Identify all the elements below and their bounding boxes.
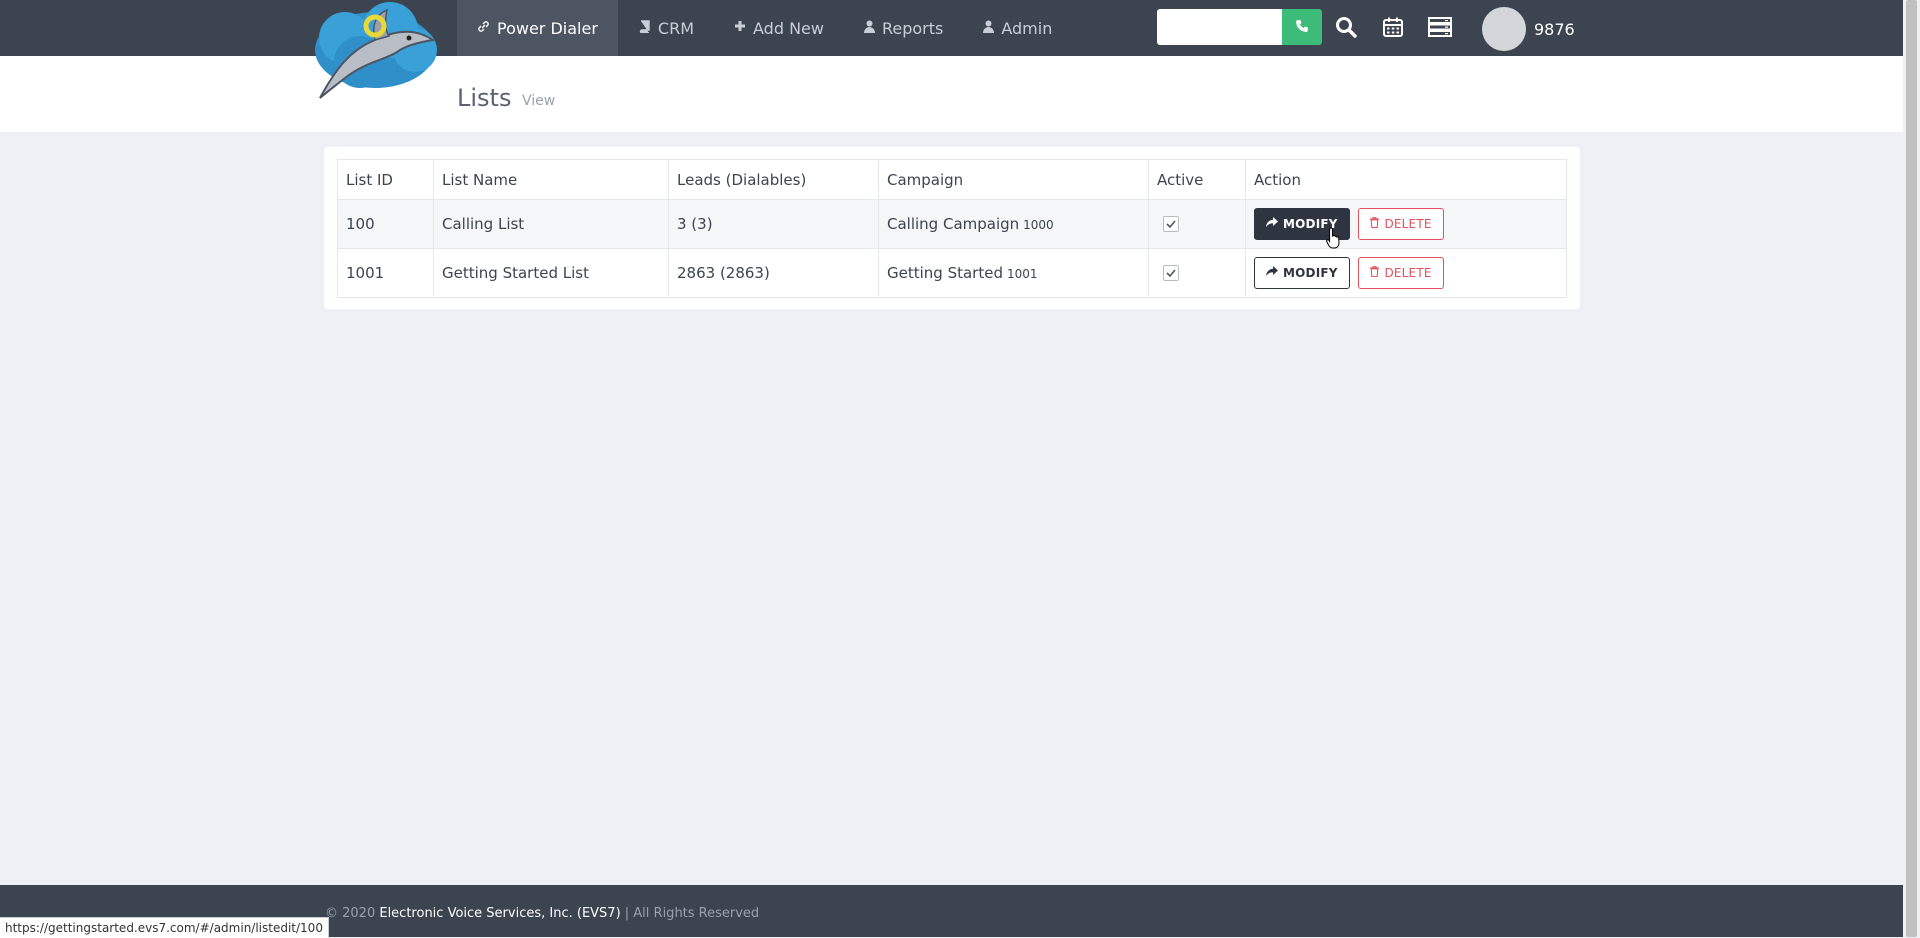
share-arrow-icon <box>1266 266 1278 280</box>
column-header-campaign[interactable]: Campaign <box>878 159 1149 200</box>
action-cell: MODIFY DELETE <box>1245 248 1567 298</box>
active-cell <box>1148 199 1246 249</box>
page-subtitle: View <box>522 93 556 109</box>
action-cell: MODIFY DELETE <box>1245 199 1567 249</box>
scrollbar-thumb[interactable] <box>1906 0 1917 937</box>
leads-cell: 3 (3) <box>668 199 879 249</box>
list-id-cell: 1001 <box>337 248 434 298</box>
copyright-year: © 2020 <box>325 906 376 921</box>
check-icon <box>1166 220 1176 229</box>
column-header-action: Action <box>1245 159 1567 200</box>
nav-power-dialer[interactable]: Power Dialer <box>457 0 618 56</box>
user-icon <box>863 20 875 37</box>
nav-reports[interactable]: Reports <box>844 0 963 56</box>
campaign-cell: Calling Campaign 1000 <box>878 199 1149 249</box>
table-row: 100 Calling List 3 (3) Calling Campaign 1… <box>337 199 1567 249</box>
calendar-icon[interactable] <box>1380 14 1406 40</box>
nav-label: Power Dialer <box>497 18 598 38</box>
book-icon <box>638 19 651 37</box>
column-header-active[interactable]: Active <box>1148 159 1246 200</box>
trash-icon <box>1370 217 1380 231</box>
delete-button[interactable]: DELETE <box>1358 208 1444 240</box>
nav-crm[interactable]: CRM <box>618 0 714 56</box>
page-title: Lists <box>457 84 512 112</box>
campaign-cell: Getting Started 1001 <box>878 248 1149 298</box>
rights-text: | All Rights Reserved <box>624 906 760 921</box>
check-icon <box>1166 269 1176 278</box>
leads-cell: 2863 (2863) <box>668 248 879 298</box>
main-nav: Power Dialer CRM Add New Reports Admin <box>457 0 1072 56</box>
table-row: 1001 Getting Started List 2863 (2863) Ge… <box>337 248 1567 298</box>
campaign-id: 1001 <box>1006 267 1038 281</box>
server-list-icon[interactable] <box>1427 14 1453 40</box>
dolphin-logo[interactable] <box>305 0 445 100</box>
list-id-cell: 100 <box>337 199 434 249</box>
trash-icon <box>1370 266 1380 280</box>
delete-button[interactable]: DELETE <box>1358 257 1444 289</box>
phone-icon <box>1295 18 1309 37</box>
user-icon <box>983 20 995 37</box>
campaign-name: Calling Campaign <box>887 215 1020 233</box>
table-header-row: List ID List Name Leads (Dialables) Camp… <box>337 159 1567 200</box>
user-extension: 9876 <box>1534 20 1575 39</box>
nav-label: Admin <box>1001 18 1053 38</box>
list-name-cell: Calling List <box>433 199 669 249</box>
campaign-id: 1000 <box>1023 218 1054 232</box>
status-url-bar: https://gettingstarted.evs7.com/#/admin/… <box>0 917 329 938</box>
list-name-cell: Getting Started List <box>433 248 669 298</box>
column-header-list-name[interactable]: List Name <box>433 159 669 200</box>
plus-icon <box>734 20 746 36</box>
nav-label: CRM <box>657 18 694 38</box>
link-icon <box>477 20 490 37</box>
delete-label: DELETE <box>1384 266 1432 280</box>
active-cell <box>1148 248 1246 298</box>
company-name[interactable]: Electronic Voice Services, Inc. (EVS7) <box>379 906 620 921</box>
column-header-leads[interactable]: Leads (Dialables) <box>668 159 879 200</box>
active-checkbox[interactable] <box>1163 216 1179 232</box>
delete-label: DELETE <box>1384 217 1432 231</box>
hand-cursor-icon <box>1326 227 1342 253</box>
avatar[interactable] <box>1482 7 1526 51</box>
modify-label: MODIFY <box>1283 266 1338 280</box>
page-header <box>0 56 1903 132</box>
nav-label: Reports <box>881 18 944 38</box>
campaign-name: Getting Started <box>887 264 1003 282</box>
lists-table: List ID List Name Leads (Dialables) Camp… <box>337 159 1567 298</box>
dial-number-input[interactable] <box>1157 9 1282 45</box>
nav-admin[interactable]: Admin <box>963 0 1072 56</box>
call-button[interactable] <box>1282 9 1322 45</box>
search-icon[interactable] <box>1333 14 1359 40</box>
modify-button[interactable]: MODIFY <box>1254 257 1350 289</box>
active-checkbox[interactable] <box>1163 265 1179 281</box>
share-arrow-icon <box>1266 217 1278 231</box>
nav-label: Add New <box>753 18 824 38</box>
nav-add-new[interactable]: Add New <box>714 0 844 56</box>
footer-copyright: © 2020 Electronic Voice Services, Inc. (… <box>325 906 759 921</box>
column-header-list-id[interactable]: List ID <box>337 159 434 200</box>
